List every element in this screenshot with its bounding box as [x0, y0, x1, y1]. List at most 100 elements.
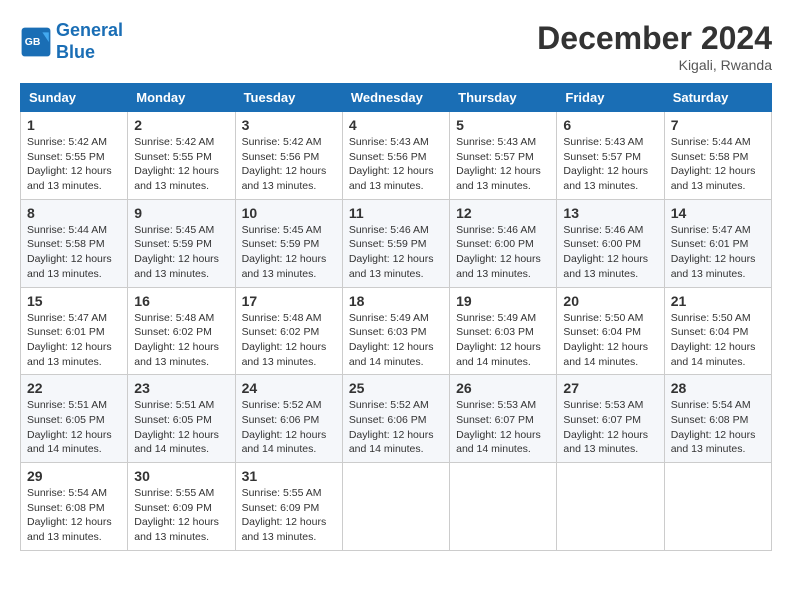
- day-info: Sunrise: 5:43 AM Sunset: 5:56 PM Dayligh…: [349, 135, 443, 194]
- day-number: 25: [349, 380, 443, 396]
- calendar-cell: 28 Sunrise: 5:54 AM Sunset: 6:08 PM Dayl…: [664, 375, 771, 463]
- day-number: 22: [27, 380, 121, 396]
- day-number: 13: [563, 205, 657, 221]
- day-info: Sunrise: 5:54 AM Sunset: 6:08 PM Dayligh…: [27, 486, 121, 545]
- day-number: 30: [134, 468, 228, 484]
- day-info: Sunrise: 5:50 AM Sunset: 6:04 PM Dayligh…: [671, 311, 765, 370]
- calendar-cell: 15 Sunrise: 5:47 AM Sunset: 6:01 PM Dayl…: [21, 287, 128, 375]
- calendar-cell: 23 Sunrise: 5:51 AM Sunset: 6:05 PM Dayl…: [128, 375, 235, 463]
- day-info: Sunrise: 5:49 AM Sunset: 6:03 PM Dayligh…: [456, 311, 550, 370]
- calendar-cell: 5 Sunrise: 5:43 AM Sunset: 5:57 PM Dayli…: [450, 112, 557, 200]
- day-number: 15: [27, 293, 121, 309]
- month-title: December 2024: [537, 20, 772, 57]
- calendar-cell: 16 Sunrise: 5:48 AM Sunset: 6:02 PM Dayl…: [128, 287, 235, 375]
- title-block: December 2024 Kigali, Rwanda: [537, 20, 772, 73]
- calendar-cell: 1 Sunrise: 5:42 AM Sunset: 5:55 PM Dayli…: [21, 112, 128, 200]
- day-header-thursday: Thursday: [450, 84, 557, 112]
- calendar-cell: 20 Sunrise: 5:50 AM Sunset: 6:04 PM Dayl…: [557, 287, 664, 375]
- calendar-cell: 18 Sunrise: 5:49 AM Sunset: 6:03 PM Dayl…: [342, 287, 449, 375]
- calendar-week-5: 29 Sunrise: 5:54 AM Sunset: 6:08 PM Dayl…: [21, 463, 772, 551]
- day-info: Sunrise: 5:52 AM Sunset: 6:06 PM Dayligh…: [242, 398, 336, 457]
- day-info: Sunrise: 5:42 AM Sunset: 5:56 PM Dayligh…: [242, 135, 336, 194]
- calendar-cell: 3 Sunrise: 5:42 AM Sunset: 5:56 PM Dayli…: [235, 112, 342, 200]
- day-info: Sunrise: 5:43 AM Sunset: 5:57 PM Dayligh…: [456, 135, 550, 194]
- day-info: Sunrise: 5:44 AM Sunset: 5:58 PM Dayligh…: [27, 223, 121, 282]
- day-info: Sunrise: 5:48 AM Sunset: 6:02 PM Dayligh…: [134, 311, 228, 370]
- day-info: Sunrise: 5:52 AM Sunset: 6:06 PM Dayligh…: [349, 398, 443, 457]
- day-info: Sunrise: 5:53 AM Sunset: 6:07 PM Dayligh…: [456, 398, 550, 457]
- day-info: Sunrise: 5:51 AM Sunset: 6:05 PM Dayligh…: [27, 398, 121, 457]
- calendar-cell: 17 Sunrise: 5:48 AM Sunset: 6:02 PM Dayl…: [235, 287, 342, 375]
- calendar-cell: [342, 463, 449, 551]
- logo-text: GeneralBlue: [56, 20, 123, 63]
- calendar-cell: 13 Sunrise: 5:46 AM Sunset: 6:00 PM Dayl…: [557, 199, 664, 287]
- day-info: Sunrise: 5:55 AM Sunset: 6:09 PM Dayligh…: [134, 486, 228, 545]
- calendar-header-row: SundayMondayTuesdayWednesdayThursdayFrid…: [21, 84, 772, 112]
- calendar-cell: 19 Sunrise: 5:49 AM Sunset: 6:03 PM Dayl…: [450, 287, 557, 375]
- day-header-saturday: Saturday: [664, 84, 771, 112]
- svg-text:GB: GB: [25, 37, 41, 48]
- day-info: Sunrise: 5:47 AM Sunset: 6:01 PM Dayligh…: [671, 223, 765, 282]
- day-number: 11: [349, 205, 443, 221]
- day-number: 19: [456, 293, 550, 309]
- day-number: 27: [563, 380, 657, 396]
- day-number: 17: [242, 293, 336, 309]
- calendar-cell: 6 Sunrise: 5:43 AM Sunset: 5:57 PM Dayli…: [557, 112, 664, 200]
- calendar-cell: 4 Sunrise: 5:43 AM Sunset: 5:56 PM Dayli…: [342, 112, 449, 200]
- calendar-cell: 25 Sunrise: 5:52 AM Sunset: 6:06 PM Dayl…: [342, 375, 449, 463]
- day-number: 14: [671, 205, 765, 221]
- calendar-cell: 7 Sunrise: 5:44 AM Sunset: 5:58 PM Dayli…: [664, 112, 771, 200]
- day-number: 9: [134, 205, 228, 221]
- calendar-cell: 29 Sunrise: 5:54 AM Sunset: 6:08 PM Dayl…: [21, 463, 128, 551]
- day-header-wednesday: Wednesday: [342, 84, 449, 112]
- calendar-cell: 2 Sunrise: 5:42 AM Sunset: 5:55 PM Dayli…: [128, 112, 235, 200]
- calendar-cell: [450, 463, 557, 551]
- day-number: 10: [242, 205, 336, 221]
- day-number: 12: [456, 205, 550, 221]
- day-number: 16: [134, 293, 228, 309]
- calendar-cell: 27 Sunrise: 5:53 AM Sunset: 6:07 PM Dayl…: [557, 375, 664, 463]
- day-info: Sunrise: 5:44 AM Sunset: 5:58 PM Dayligh…: [671, 135, 765, 194]
- day-header-friday: Friday: [557, 84, 664, 112]
- day-number: 26: [456, 380, 550, 396]
- day-number: 1: [27, 117, 121, 133]
- calendar-cell: 10 Sunrise: 5:45 AM Sunset: 5:59 PM Dayl…: [235, 199, 342, 287]
- day-header-monday: Monday: [128, 84, 235, 112]
- day-info: Sunrise: 5:42 AM Sunset: 5:55 PM Dayligh…: [134, 135, 228, 194]
- location: Kigali, Rwanda: [537, 57, 772, 73]
- day-number: 18: [349, 293, 443, 309]
- calendar-week-2: 8 Sunrise: 5:44 AM Sunset: 5:58 PM Dayli…: [21, 199, 772, 287]
- calendar-cell: 30 Sunrise: 5:55 AM Sunset: 6:09 PM Dayl…: [128, 463, 235, 551]
- calendar-cell: 11 Sunrise: 5:46 AM Sunset: 5:59 PM Dayl…: [342, 199, 449, 287]
- day-number: 5: [456, 117, 550, 133]
- day-number: 8: [27, 205, 121, 221]
- day-number: 20: [563, 293, 657, 309]
- calendar-table: SundayMondayTuesdayWednesdayThursdayFrid…: [20, 83, 772, 551]
- day-info: Sunrise: 5:46 AM Sunset: 6:00 PM Dayligh…: [563, 223, 657, 282]
- day-info: Sunrise: 5:47 AM Sunset: 6:01 PM Dayligh…: [27, 311, 121, 370]
- day-number: 2: [134, 117, 228, 133]
- day-info: Sunrise: 5:55 AM Sunset: 6:09 PM Dayligh…: [242, 486, 336, 545]
- day-number: 21: [671, 293, 765, 309]
- day-header-sunday: Sunday: [21, 84, 128, 112]
- day-info: Sunrise: 5:53 AM Sunset: 6:07 PM Dayligh…: [563, 398, 657, 457]
- calendar-week-4: 22 Sunrise: 5:51 AM Sunset: 6:05 PM Dayl…: [21, 375, 772, 463]
- calendar-cell: 9 Sunrise: 5:45 AM Sunset: 5:59 PM Dayli…: [128, 199, 235, 287]
- calendar-cell: 24 Sunrise: 5:52 AM Sunset: 6:06 PM Dayl…: [235, 375, 342, 463]
- day-number: 3: [242, 117, 336, 133]
- day-number: 24: [242, 380, 336, 396]
- day-number: 29: [27, 468, 121, 484]
- day-number: 23: [134, 380, 228, 396]
- calendar-week-3: 15 Sunrise: 5:47 AM Sunset: 6:01 PM Dayl…: [21, 287, 772, 375]
- day-number: 28: [671, 380, 765, 396]
- page-header: GB GeneralBlue December 2024 Kigali, Rwa…: [20, 20, 772, 73]
- day-info: Sunrise: 5:43 AM Sunset: 5:57 PM Dayligh…: [563, 135, 657, 194]
- day-header-tuesday: Tuesday: [235, 84, 342, 112]
- calendar-cell: 8 Sunrise: 5:44 AM Sunset: 5:58 PM Dayli…: [21, 199, 128, 287]
- day-info: Sunrise: 5:46 AM Sunset: 6:00 PM Dayligh…: [456, 223, 550, 282]
- calendar-cell: 22 Sunrise: 5:51 AM Sunset: 6:05 PM Dayl…: [21, 375, 128, 463]
- calendar-cell: 12 Sunrise: 5:46 AM Sunset: 6:00 PM Dayl…: [450, 199, 557, 287]
- day-info: Sunrise: 5:42 AM Sunset: 5:55 PM Dayligh…: [27, 135, 121, 194]
- day-number: 4: [349, 117, 443, 133]
- calendar-cell: 14 Sunrise: 5:47 AM Sunset: 6:01 PM Dayl…: [664, 199, 771, 287]
